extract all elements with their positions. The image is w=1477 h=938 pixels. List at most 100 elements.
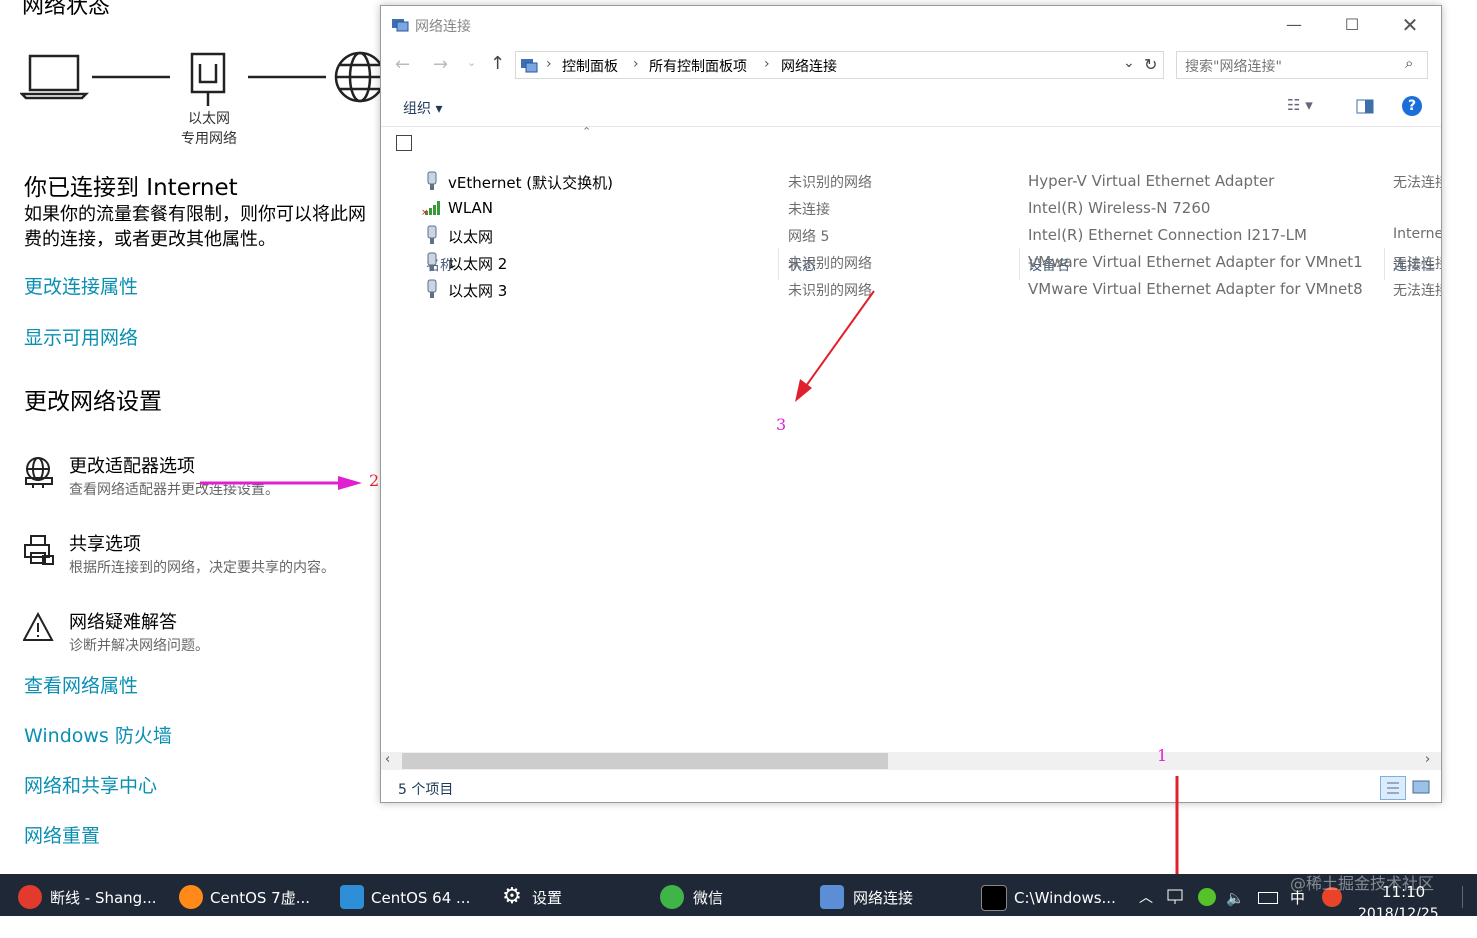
- details-view-button[interactable]: [1380, 776, 1406, 800]
- view-network-properties-link[interactable]: 查看网络属性: [24, 671, 138, 698]
- forward-button[interactable]: →: [433, 54, 448, 75]
- connected-title: 你已连接到 Internet: [24, 175, 238, 201]
- details-view-icon: [1387, 782, 1399, 794]
- section-title: 更改网络设置: [24, 389, 162, 415]
- wechat-icon: [660, 885, 684, 909]
- address-dropdown-chevron-icon[interactable]: ⌄: [1123, 55, 1135, 71]
- large-icons-view-button[interactable]: [1411, 778, 1431, 796]
- windows-firewall-link[interactable]: Windows 防火墙: [24, 721, 172, 748]
- wlan-signal-icon: ×: [421, 201, 440, 216]
- select-all-checkbox[interactable]: [396, 135, 412, 151]
- help-icon[interactable]: ?: [1402, 96, 1422, 116]
- table-row[interactable]: vEthernet (默认交换机) 未识别的网络 Hyper-V Virtual…: [381, 168, 1441, 195]
- row-status: 未识别的网络: [788, 283, 872, 299]
- breadcrumb-separator: ›: [546, 56, 552, 72]
- show-hidden-icons-chevron-icon[interactable]: ︿: [1139, 874, 1153, 916]
- vmware-icon: [340, 885, 364, 909]
- option-desc: 查看网络适配器并更改连接设置。: [69, 482, 279, 498]
- breadcrumb-all-items[interactable]: 所有控制面板项: [649, 56, 747, 76]
- command-bar: 组织 ▾ ☷ ▾ ?: [381, 88, 1441, 127]
- title-bar[interactable]: 网络连接 — ☐ ✕: [381, 6, 1441, 44]
- row-status: 未识别的网络: [788, 256, 872, 272]
- xshell-icon: [18, 885, 42, 909]
- cmd-icon: [981, 885, 1007, 911]
- scroll-left-arrow-icon[interactable]: ‹: [385, 752, 390, 767]
- adapter-label: 以太网: [188, 111, 230, 127]
- refresh-icon[interactable]: ↻: [1144, 55, 1157, 74]
- option-desc: 根据所连接到的网络，决定要共享的内容。: [69, 560, 335, 576]
- ethernet-adapter-icon: [427, 225, 437, 244]
- row-name: 以太网 2: [448, 255, 508, 273]
- address-bar[interactable]: › 控制面板 › 所有控制面板项 › 网络连接 ⌄ ↻: [515, 51, 1164, 79]
- up-button[interactable]: ↑: [490, 53, 505, 74]
- row-device: VMware Virtual Ethernet Adapter for VMne…: [1028, 253, 1363, 271]
- sharing-options[interactable]: 共享选项 根据所连接到的网络，决定要共享的内容。: [0, 526, 380, 582]
- organize-menu[interactable]: 组织 ▾: [403, 98, 442, 118]
- network-troubleshooter[interactable]: 网络疑难解答 诊断并解决网络问题。: [0, 604, 380, 660]
- ethernet-port-icon: [190, 52, 226, 106]
- horizontal-scrollbar[interactable]: ‹ ›: [381, 752, 1441, 770]
- table-row[interactable]: × WLAN 未连接 Intel(R) Wireless-N 7260: [381, 195, 1441, 222]
- view-options-icon[interactable]: ☷ ▾: [1287, 96, 1313, 114]
- row-device: Intel(R) Wireless-N 7260: [1028, 199, 1211, 217]
- row-name: 以太网: [448, 228, 494, 246]
- row-device: VMware Virtual Ethernet Adapter for VMne…: [1028, 280, 1363, 298]
- minimize-button[interactable]: —: [1271, 10, 1317, 40]
- option-title: 共享选项: [69, 534, 141, 555]
- scroll-right-arrow-icon[interactable]: ›: [1425, 752, 1430, 767]
- status-bar: 5 个项目: [381, 772, 1441, 802]
- annotation-label-2: 2: [369, 471, 380, 490]
- row-status: 网络 5: [788, 229, 830, 245]
- ethernet-adapter-icon: [427, 279, 437, 298]
- network-sharing-center-link[interactable]: 网络和共享中心: [24, 771, 157, 798]
- breadcrumb-network-connections[interactable]: 网络连接: [781, 56, 837, 76]
- row-connectivity: 无法连接: [1393, 283, 1441, 299]
- laptop-icon: [20, 54, 90, 100]
- item-count: 5 个项目: [398, 782, 454, 798]
- sort-indicator-icon: ⌃: [582, 125, 592, 138]
- change-adapter-options[interactable]: 更改适配器选项 查看网络适配器并更改连接设置。: [0, 448, 380, 504]
- table-row[interactable]: 以太网 网络 5 Intel(R) Ethernet Connection I2…: [381, 222, 1441, 249]
- ethernet-adapter-icon: [427, 252, 437, 271]
- sharing-printer-icon: [24, 535, 54, 565]
- annotation-label-3: 3: [776, 415, 787, 434]
- back-button[interactable]: ←: [395, 54, 410, 75]
- row-device: Intel(R) Ethernet Connection I217-LM: [1028, 226, 1307, 244]
- preview-pane-icon[interactable]: [1356, 99, 1374, 114]
- notification-center-icon[interactable]: [1462, 886, 1477, 908]
- show-available-networks-link[interactable]: 显示可用网络: [24, 323, 138, 350]
- row-connectivity: 无法连接: [1393, 175, 1441, 191]
- recent-locations-button[interactable]: ⌄: [467, 56, 476, 69]
- partial-heading: 网络状态: [22, 0, 111, 19]
- row-connectivity: Internet: [1393, 226, 1441, 242]
- description-line-2: 费的连接，或者更改其他属性。: [24, 229, 276, 250]
- table-row[interactable]: 以太网 2 未识别的网络 VMware Virtual Ethernet Ada…: [381, 249, 1441, 276]
- adapter-globe-icon: [25, 457, 53, 488]
- network-folder-icon: [392, 19, 409, 32]
- row-connectivity: 无法连接: [1393, 256, 1441, 272]
- adapter-network-type: 专用网络: [181, 131, 237, 147]
- breadcrumb-control-panel[interactable]: 控制面板: [562, 56, 618, 76]
- network-reset-link[interactable]: 网络重置: [24, 821, 100, 848]
- search-box[interactable]: 搜索"网络连接" ⌕: [1176, 51, 1428, 79]
- network-diagram: [20, 51, 380, 106]
- volume-icon[interactable]: 🔈: [1226, 874, 1245, 916]
- scroll-thumb[interactable]: [402, 753, 888, 769]
- search-icon[interactable]: ⌕: [1405, 54, 1413, 72]
- change-connection-properties-link[interactable]: 更改连接属性: [24, 272, 138, 299]
- svg-text:×: ×: [421, 208, 429, 216]
- search-input[interactable]: 搜索"网络连接": [1185, 56, 1282, 76]
- watermark: @稀土掘金技术社区: [1290, 874, 1435, 893]
- row-name: 以太网 3: [448, 282, 508, 300]
- ethernet-adapter-icon: [427, 171, 437, 190]
- table-row[interactable]: 以太网 3 未识别的网络 VMware Virtual Ethernet Ada…: [381, 276, 1441, 303]
- row-status: 未识别的网络: [788, 175, 872, 191]
- maximize-button[interactable]: ☐: [1329, 10, 1375, 40]
- close-button[interactable]: ✕: [1387, 10, 1433, 40]
- warning-icon: [23, 612, 54, 641]
- breadcrumb-separator: ›: [633, 56, 639, 72]
- taskbar: 断线 - Shang... CentOS 7虚... CentOS 64 ...…: [0, 874, 1477, 922]
- network-status-settings-page: 网络状态 以太网 专用网络 你已连接到 Internet 如果你的流量套餐有限制…: [0, 0, 380, 874]
- network-folder-icon: [820, 885, 844, 909]
- clock-date[interactable]: 2018/12/25: [1358, 890, 1439, 932]
